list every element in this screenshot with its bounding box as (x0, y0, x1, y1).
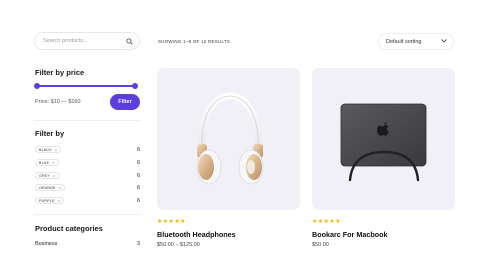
price-slider-min-handle[interactable] (34, 83, 40, 89)
filter-chip-label: GREY (39, 173, 50, 178)
rating-stars: ★★★★★ (157, 219, 186, 225)
sort-label: Default sorting (386, 38, 422, 45)
filter-chip-label: BLACK (39, 147, 52, 152)
category-count: 3 (136, 241, 140, 247)
product-price: $50.00 – $125.00 (157, 242, 200, 248)
headphones-image (196, 92, 264, 185)
product-title[interactable]: Bluetooth Headphones (157, 230, 236, 239)
close-icon[interactable]: × (52, 160, 55, 165)
filter-item-orange[interactable]: ORANGE × 6 (35, 183, 140, 192)
filter-count: 6 (136, 184, 140, 191)
category-label[interactable]: Business (35, 241, 57, 247)
filter-chip-label: ORANGE (39, 185, 56, 190)
chevron-down-icon (441, 38, 447, 45)
price-filter-heading: Filter by price (35, 68, 85, 77)
product-title[interactable]: Bookarc For Macbook (312, 230, 387, 239)
filter-chip-label: PURPLE (39, 198, 55, 203)
filter-count: 6 (136, 172, 140, 179)
close-icon[interactable]: × (55, 147, 58, 152)
filter-chip[interactable]: ORANGE × (35, 184, 66, 191)
macbook-stand-image (340, 103, 427, 182)
filter-count: 6 (136, 146, 140, 153)
rating-stars: ★★★★★ (312, 219, 341, 225)
filter-chip[interactable]: PURPLE × (35, 197, 65, 204)
results-count: SHOWING 1–8 OF 12 RESULTS (158, 39, 231, 44)
filter-item-black[interactable]: BLACK × 6 (35, 145, 140, 154)
filter-count: 6 (136, 159, 140, 166)
product-image-bookarc[interactable] (312, 68, 455, 210)
search-icon[interactable] (126, 37, 133, 45)
filter-chip-label: BLUE (39, 160, 50, 165)
attribute-filter-heading: Filter by (35, 129, 65, 138)
filter-item-purple[interactable]: PURPLE × 6 (35, 196, 140, 205)
filter-button[interactable]: Filter (110, 94, 140, 110)
categories-heading: Product categories (35, 224, 103, 233)
price-range-text: Price: $10 — $160 (35, 99, 81, 105)
filter-chip[interactable]: BLACK × (35, 146, 62, 153)
divider (34, 120, 140, 121)
filter-chip[interactable]: BLUE × (35, 159, 59, 166)
sort-select[interactable]: Default sorting (378, 33, 454, 50)
product-image-headphones[interactable] (157, 68, 300, 210)
filter-item-blue[interactable]: BLUE × 6 (35, 158, 140, 167)
search-placeholder: Search products... (43, 38, 88, 44)
divider (34, 214, 140, 215)
category-item-business[interactable]: Business 3 (35, 241, 140, 247)
product-price: $50.00 (312, 242, 329, 248)
filter-count: 6 (136, 197, 140, 204)
close-icon[interactable]: × (53, 173, 56, 178)
close-icon[interactable]: × (59, 185, 62, 190)
close-icon[interactable]: × (58, 198, 61, 203)
filter-item-grey[interactable]: GREY × 6 (35, 171, 140, 180)
price-slider-max-handle[interactable] (132, 83, 138, 89)
search-input[interactable]: Search products... (34, 32, 140, 50)
filter-chip[interactable]: GREY × (35, 172, 60, 179)
price-slider-track[interactable] (37, 85, 135, 87)
